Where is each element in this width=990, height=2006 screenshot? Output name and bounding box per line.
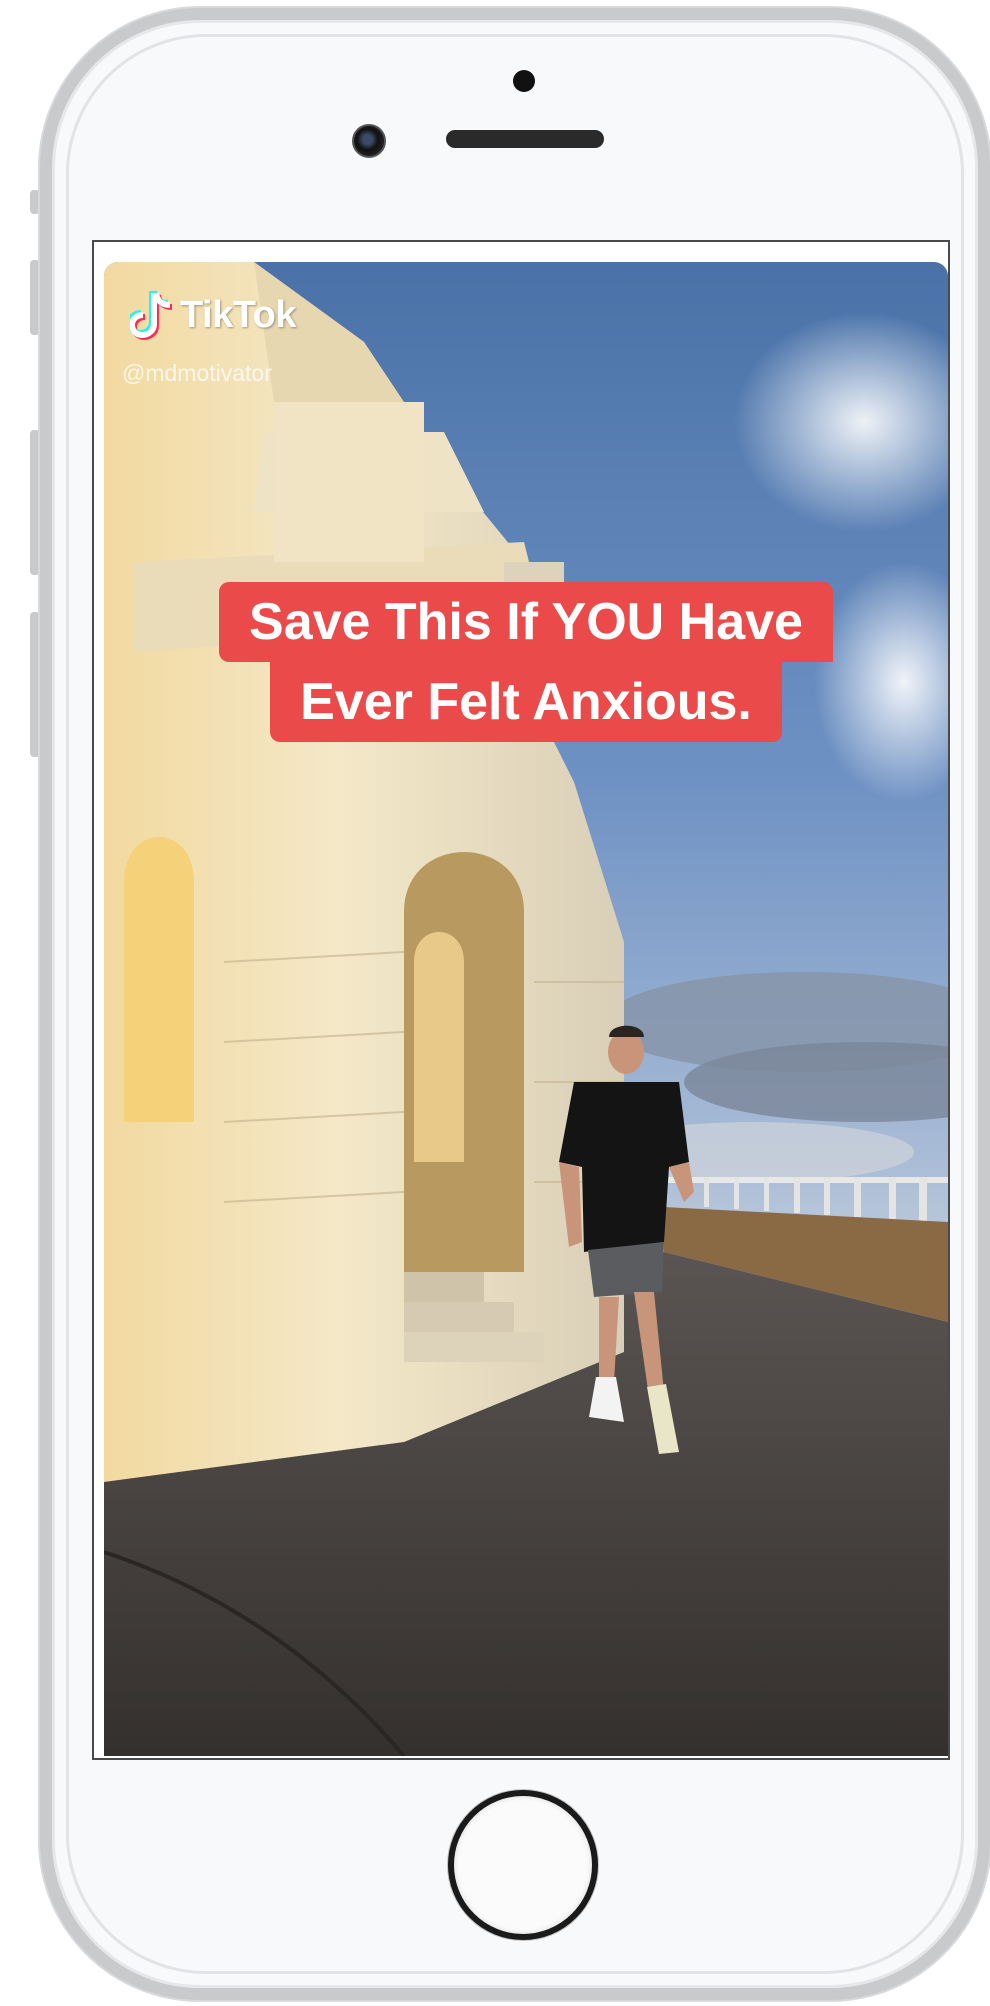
front-camera [352,124,386,158]
mute-switch [30,190,40,214]
ringer-switch [30,260,40,335]
proximity-sensor [513,70,535,92]
caption-line-1: Save This If YOU Have [219,582,833,662]
video-frame-image [104,262,948,1756]
home-button[interactable] [448,1790,598,1940]
creator-handle: @mdmotivator [122,360,272,386]
caption-line-2: Ever Felt Anxious. [270,662,782,742]
tiktok-watermark: TikTok [130,290,296,340]
earpiece-speaker [446,130,604,148]
volume-up-button [30,430,40,575]
volume-down-button [30,612,40,757]
tiktok-video[interactable]: TikTok @mdmotivator Save This If YOU Hav… [104,262,948,1756]
tiktok-brand-label: TikTok [180,293,296,336]
video-caption: Save This If YOU Have Ever Felt Anxious. [104,582,948,742]
phone-screen: TikTok @mdmotivator Save This If YOU Hav… [92,240,950,1760]
stage: TikTok @mdmotivator Save This If YOU Hav… [0,0,990,2006]
tiktok-note-icon [130,290,173,340]
